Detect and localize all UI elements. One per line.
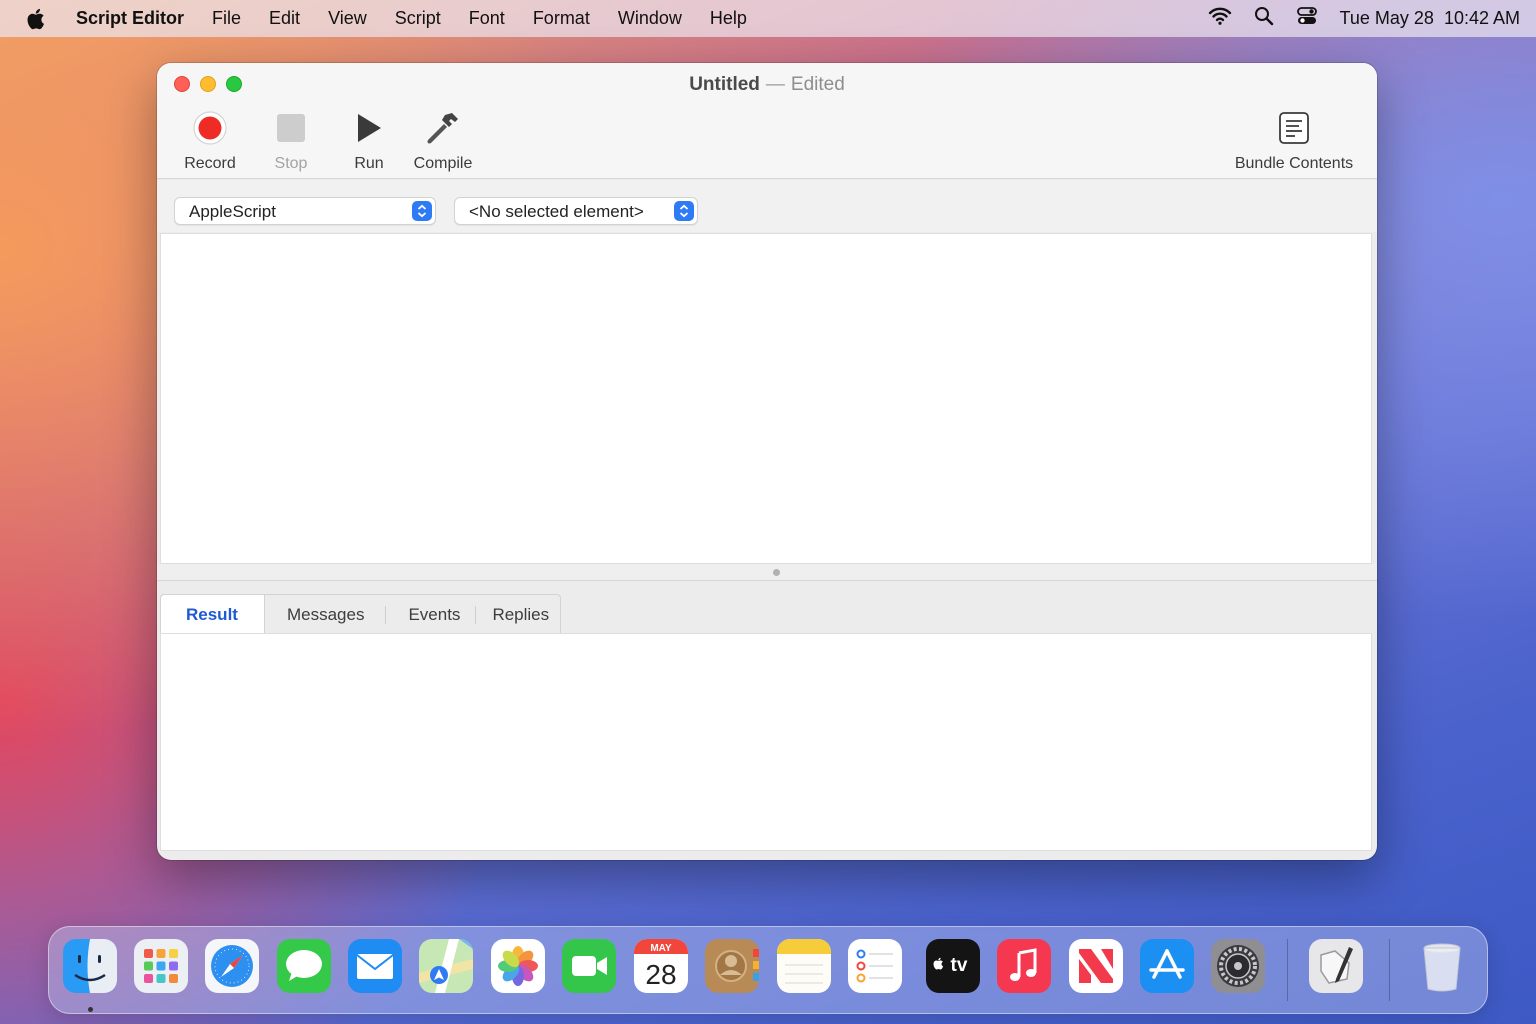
photos-icon[interactable]	[491, 939, 545, 993]
dock: MAY 28 tv	[48, 926, 1488, 1014]
chevron-updown-icon	[412, 201, 432, 221]
record-button[interactable]: Record	[179, 109, 241, 173]
hammer-icon	[411, 109, 475, 147]
app-store-icon[interactable]	[1140, 939, 1194, 993]
element-value: <No selected element>	[469, 202, 644, 221]
pane-splitter[interactable]	[157, 564, 1377, 581]
language-value: AppleScript	[189, 202, 276, 221]
tab-messages[interactable]: Messages	[265, 595, 387, 633]
apple-menu-icon[interactable]	[26, 7, 50, 31]
menu-file[interactable]: File	[212, 8, 241, 29]
menu-help[interactable]: Help	[710, 8, 747, 29]
result-pane[interactable]	[160, 633, 1372, 851]
menu-app-name[interactable]: Script Editor	[76, 8, 184, 29]
run-button[interactable]: Run	[345, 109, 393, 173]
menu-edit[interactable]: Edit	[269, 8, 300, 29]
messages-icon[interactable]	[277, 939, 331, 993]
menubar-time: 10:42 AM	[1443, 8, 1520, 28]
facetime-icon[interactable]	[562, 939, 616, 993]
script-editor-window: Untitled — Edited Record Stop Run Compile	[157, 63, 1377, 860]
menu-script[interactable]: Script	[395, 8, 441, 29]
bundle-contents-label: Bundle Contents	[1234, 155, 1354, 172]
run-label: Run	[354, 155, 384, 172]
result-tabs: Result Messages Events Replies	[160, 594, 562, 633]
menu-font[interactable]: Font	[469, 8, 505, 29]
chevron-updown-icon	[674, 201, 694, 221]
window-title: Untitled — Edited	[157, 74, 1377, 96]
script-editor-text-area[interactable]	[160, 233, 1372, 564]
news-icon[interactable]	[1069, 939, 1123, 993]
navigation-bar: AppleScript <No selected element>	[157, 180, 1377, 232]
calendar-day: 28	[645, 959, 676, 990]
calendar-icon[interactable]: MAY 28	[634, 939, 688, 993]
tab-result[interactable]: Result	[161, 595, 265, 633]
dock-divider	[1287, 939, 1288, 1001]
title-separator: —	[765, 74, 785, 95]
bundle-contents-icon	[1229, 109, 1359, 147]
apple-tv-icon[interactable]: tv	[926, 939, 980, 993]
tab-replies[interactable]: Replies	[476, 595, 560, 633]
compile-label: Compile	[413, 155, 473, 172]
spotlight-search-icon[interactable]	[1254, 6, 1274, 31]
system-settings-icon[interactable]	[1211, 939, 1265, 993]
tab-events[interactable]: Events	[386, 595, 477, 633]
mail-icon[interactable]	[348, 939, 402, 993]
finder-icon[interactable]	[63, 939, 117, 993]
stop-label: Stop	[274, 155, 308, 172]
finder-running-indicator	[88, 1007, 93, 1012]
element-popup[interactable]: <No selected element>	[454, 197, 698, 225]
script-editor-icon[interactable]	[1309, 939, 1363, 993]
document-name: Untitled	[689, 74, 760, 95]
wifi-icon[interactable]	[1208, 6, 1232, 31]
record-icon	[179, 109, 241, 147]
maps-icon[interactable]	[419, 939, 473, 993]
bundle-contents-button[interactable]: Bundle Contents	[1229, 109, 1359, 173]
apple-tv-label: tv	[951, 955, 968, 976]
notes-icon[interactable]	[777, 939, 831, 993]
menu-window[interactable]: Window	[618, 8, 682, 29]
music-icon[interactable]	[997, 939, 1051, 993]
menu-bar: Script Editor File Edit View Script Font…	[0, 0, 1536, 37]
dock-divider	[1389, 939, 1390, 1001]
record-label: Record	[184, 155, 236, 172]
menu-view[interactable]: View	[328, 8, 367, 29]
control-center-icon[interactable]	[1296, 6, 1318, 31]
contacts-icon[interactable]	[705, 939, 759, 993]
compile-button[interactable]: Compile	[411, 109, 475, 173]
splitter-handle-icon[interactable]	[773, 569, 780, 576]
language-popup[interactable]: AppleScript	[174, 197, 436, 225]
trash-icon[interactable]	[1415, 939, 1469, 993]
play-icon	[345, 109, 393, 147]
menu-format[interactable]: Format	[533, 8, 590, 29]
menubar-date: Tue May 28	[1339, 8, 1434, 28]
menubar-clock[interactable]: Tue May 28 10:42 AM	[1340, 8, 1520, 29]
document-status: Edited	[790, 74, 845, 95]
launchpad-icon[interactable]	[134, 939, 188, 993]
window-toolbar: Untitled — Edited Record Stop Run Compile	[157, 63, 1377, 179]
stop-icon	[265, 109, 317, 147]
safari-icon[interactable]	[205, 939, 259, 993]
stop-button[interactable]: Stop	[265, 109, 317, 173]
calendar-month: MAY	[650, 943, 672, 954]
reminders-icon[interactable]	[848, 939, 902, 993]
